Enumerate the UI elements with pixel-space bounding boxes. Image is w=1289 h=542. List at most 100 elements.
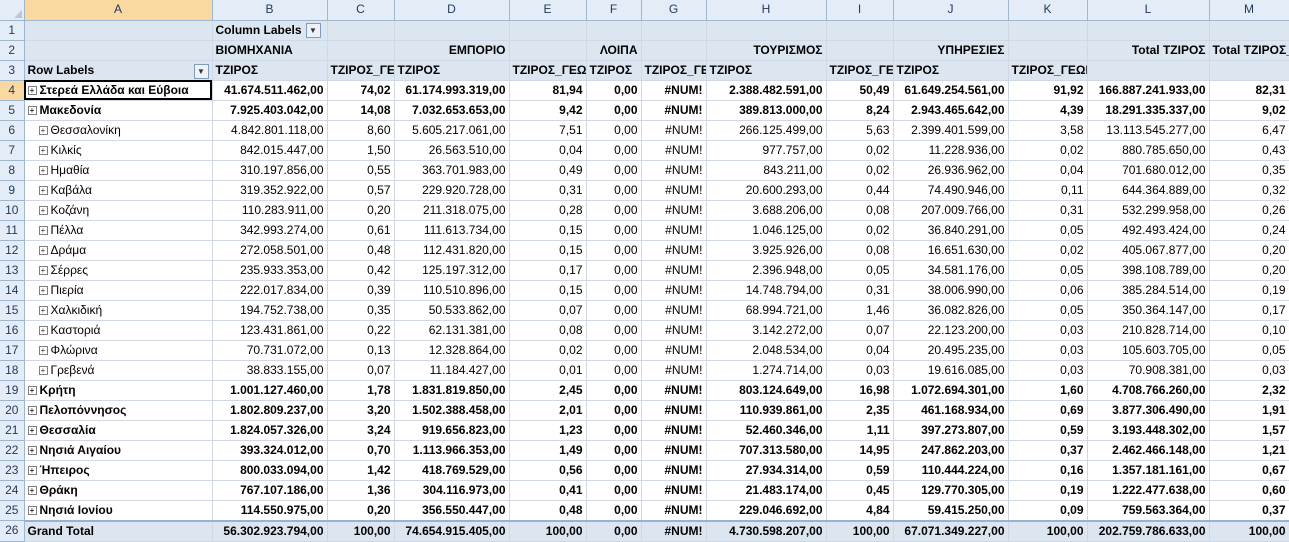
value-cell[interactable]: 8,24: [826, 99, 894, 121]
value-cell[interactable]: 12.328.864,00: [394, 340, 510, 361]
value-cell[interactable]: 1,46: [826, 300, 894, 321]
value-cell[interactable]: 36.840.291,00: [893, 220, 1009, 241]
value-cell[interactable]: 1,91: [1209, 399, 1289, 421]
value-cell[interactable]: 207.009.766,00: [893, 200, 1009, 221]
value-cell[interactable]: 123.431.861,00: [212, 320, 328, 341]
value-cell[interactable]: 0,02: [1008, 240, 1088, 261]
value-cell[interactable]: 1.072.694.301,00: [893, 379, 1009, 401]
value-cell[interactable]: 0,19: [1008, 479, 1088, 501]
value-cell[interactable]: 398.108.789,00: [1087, 260, 1210, 281]
value-cell[interactable]: 2,32: [1209, 379, 1289, 401]
total-tziros-header[interactable]: Total ΤΖΙΡΟΣ: [1087, 40, 1210, 61]
expand-toggle-icon[interactable]: +: [38, 325, 48, 335]
value-cell[interactable]: 0,35: [1209, 160, 1289, 181]
value-cell[interactable]: 0,01: [509, 360, 587, 381]
value-cell[interactable]: 0,00: [586, 459, 642, 481]
column-header-B[interactable]: B: [212, 0, 328, 21]
row-label-cell[interactable]: + Κιλκίς: [24, 140, 213, 161]
cell[interactable]: [1087, 20, 1210, 41]
row-header[interactable]: 16: [0, 320, 25, 341]
row-label-cell[interactable]: + Σέρρες: [24, 260, 213, 281]
expand-toggle-icon[interactable]: +: [38, 205, 48, 215]
row-header[interactable]: 21: [0, 420, 25, 441]
value-cell[interactable]: 9,02: [1209, 99, 1289, 121]
cell[interactable]: [509, 20, 587, 41]
value-cell[interactable]: 0,00: [586, 280, 642, 301]
category-header-commerce[interactable]: ΕΜΠΟΡΙΟ: [394, 40, 510, 61]
value-cell[interactable]: #NUM!: [641, 180, 707, 201]
value-cell[interactable]: 247.862.203,00: [893, 439, 1009, 461]
value-cell[interactable]: 2.388.482.591,00: [706, 79, 827, 101]
value-cell[interactable]: 0,07: [327, 360, 395, 381]
cell[interactable]: [826, 20, 894, 41]
value-cell[interactable]: 50,49: [826, 79, 894, 101]
cell[interactable]: [826, 40, 894, 61]
cell[interactable]: [327, 20, 395, 41]
value-cell[interactable]: 2.048.534,00: [706, 340, 827, 361]
value-cell[interactable]: 800.033.094,00: [212, 459, 328, 481]
value-cell[interactable]: 91,92: [1008, 79, 1088, 101]
value-cell[interactable]: 20.600.293,00: [706, 180, 827, 201]
subheader-cell[interactable]: [1209, 60, 1289, 81]
column-header-J[interactable]: J: [893, 0, 1009, 21]
value-cell[interactable]: 0,43: [1209, 140, 1289, 161]
value-cell[interactable]: #NUM!: [641, 360, 707, 381]
value-cell[interactable]: 0,04: [826, 340, 894, 361]
cell[interactable]: [706, 20, 827, 41]
value-cell[interactable]: 0,00: [586, 479, 642, 501]
subheader-cell[interactable]: ΤΖΙΡΟΣ_ΓΕ: [826, 60, 894, 81]
value-cell[interactable]: 16,98: [826, 379, 894, 401]
value-cell[interactable]: 5,63: [826, 120, 894, 141]
value-cell[interactable]: 977.757,00: [706, 140, 827, 161]
value-cell[interactable]: #NUM!: [641, 99, 707, 121]
row-header[interactable]: 14: [0, 280, 25, 301]
column-header-I[interactable]: I: [826, 0, 894, 21]
expand-toggle-icon[interactable]: +: [38, 265, 48, 275]
value-cell[interactable]: 0,04: [509, 140, 587, 161]
value-cell[interactable]: 3.688.206,00: [706, 200, 827, 221]
subheader-cell[interactable]: ΤΖΙΡΟΣ: [893, 60, 1009, 81]
value-cell[interactable]: 18.291.335.337,00: [1087, 99, 1210, 121]
row-label-cell[interactable]: + Νησιά Αιγαίου: [24, 439, 213, 461]
value-cell[interactable]: 129.770.305,00: [893, 479, 1009, 501]
row-header[interactable]: 26: [0, 520, 25, 542]
value-cell[interactable]: 100,00: [327, 519, 395, 542]
value-cell[interactable]: 0,17: [1209, 300, 1289, 321]
column-header-H[interactable]: H: [706, 0, 827, 21]
category-header-industry[interactable]: ΒΙΟΜΗΧΑΝΙΑ: [212, 40, 328, 61]
value-cell[interactable]: 0,05: [826, 260, 894, 281]
value-cell[interactable]: #NUM!: [641, 519, 707, 542]
row-label-cell[interactable]: + Φλώρινα: [24, 340, 213, 361]
row-header[interactable]: 9: [0, 180, 25, 201]
row-label-cell[interactable]: + Ήπειρος: [24, 459, 213, 481]
value-cell[interactable]: 0,00: [586, 220, 642, 241]
row-label-cell[interactable]: + Καβάλα: [24, 180, 213, 201]
row-label-cell[interactable]: + Πιερία: [24, 280, 213, 301]
grand-total-label-cell[interactable]: Grand Total: [24, 519, 213, 542]
value-cell[interactable]: 4,39: [1008, 99, 1088, 121]
row-header[interactable]: 6: [0, 120, 25, 141]
value-cell[interactable]: #NUM!: [641, 340, 707, 361]
row-label-cell[interactable]: + Θεσσαλία: [24, 419, 213, 441]
value-cell[interactable]: 0,05: [1008, 220, 1088, 241]
cell[interactable]: [893, 20, 1009, 41]
row-header[interactable]: 12: [0, 240, 25, 261]
row-header[interactable]: 11: [0, 220, 25, 241]
subheader-cell[interactable]: ΤΖΙΡΟΣ: [586, 60, 642, 81]
expand-toggle-icon[interactable]: +: [38, 145, 48, 155]
value-cell[interactable]: 0,03: [826, 360, 894, 381]
value-cell[interactable]: 0,32: [1209, 180, 1289, 201]
row-header[interactable]: 19: [0, 380, 25, 401]
expand-toggle-icon[interactable]: +: [27, 385, 37, 395]
value-cell[interactable]: 0,48: [509, 499, 587, 521]
value-cell[interactable]: 22.123.200,00: [893, 320, 1009, 341]
value-cell[interactable]: 11.184.427,00: [394, 360, 510, 381]
value-cell[interactable]: #NUM!: [641, 399, 707, 421]
expand-toggle-icon[interactable]: +: [38, 185, 48, 195]
value-cell[interactable]: 919.656.823,00: [394, 419, 510, 441]
value-cell[interactable]: 0,22: [327, 320, 395, 341]
value-cell[interactable]: 62.131.381,00: [394, 320, 510, 341]
value-cell[interactable]: #NUM!: [641, 120, 707, 141]
value-cell[interactable]: 0,03: [1209, 360, 1289, 381]
value-cell[interactable]: 14.748.794,00: [706, 280, 827, 301]
